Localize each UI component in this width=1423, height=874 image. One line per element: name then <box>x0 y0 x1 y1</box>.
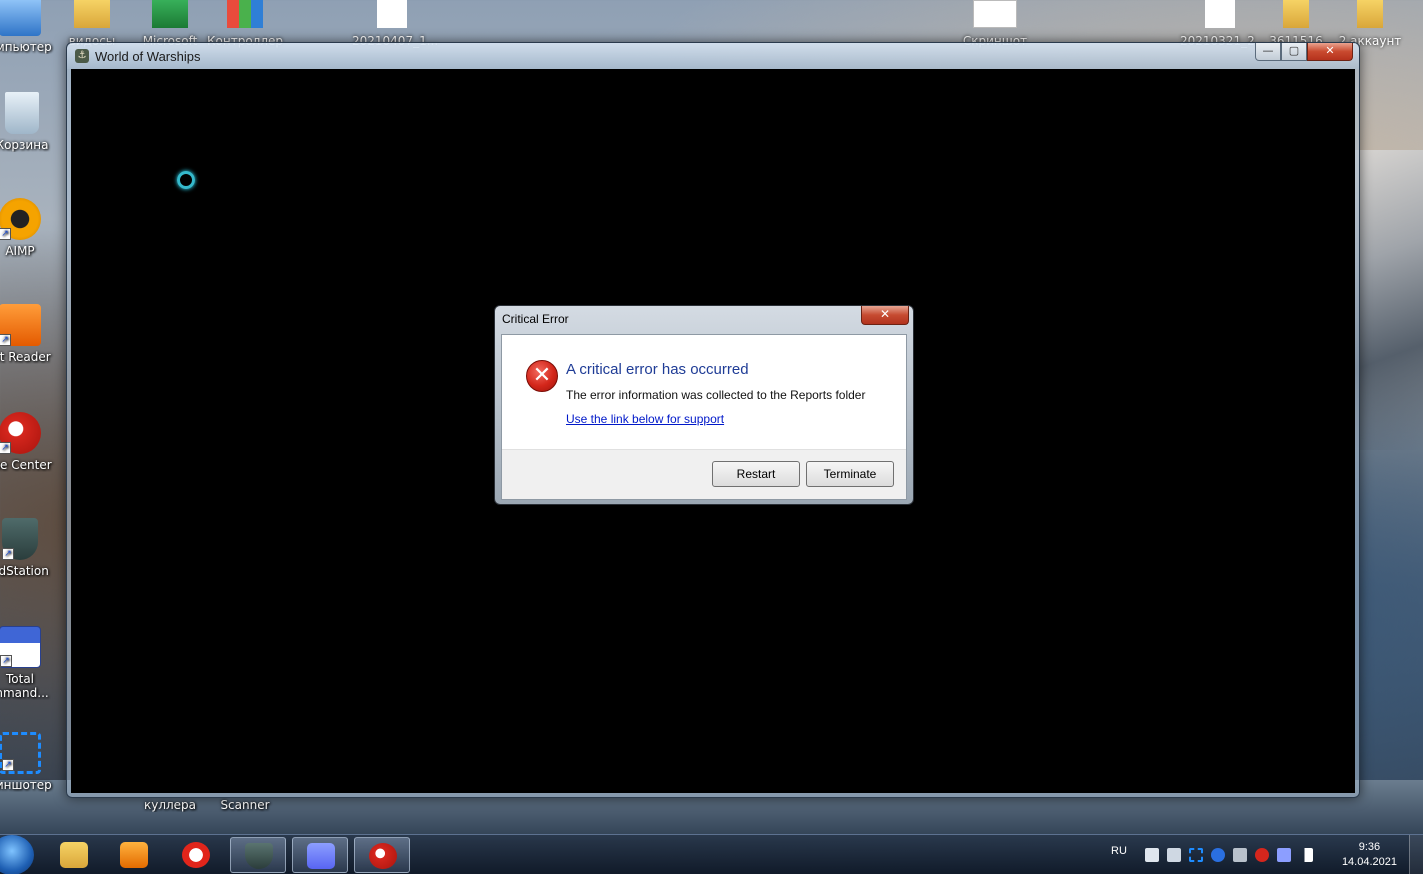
taskbar-yandex[interactable] <box>168 837 224 873</box>
loading-spinner-icon <box>177 171 195 189</box>
recycle-bin-icon <box>5 92 39 134</box>
desktop-icon-scanner[interactable]: Scanner <box>205 798 285 812</box>
screenshot-crop-icon: ↗ <box>0 732 41 774</box>
desktop-icon-3611516[interactable]: 3611516 <box>1256 0 1336 48</box>
pdf-icon: ↗ <box>0 304 41 346</box>
game-window-controls: — ▢ ✕ <box>1255 43 1353 61</box>
desktop-icon-label: mmand... <box>0 686 49 700</box>
desktop-icon-videos[interactable]: видосы <box>52 0 132 48</box>
desktop-icon-label: риншотер <box>0 778 52 792</box>
desktop-icon-game-center[interactable]: ↗ me Center <box>0 412 60 472</box>
desktop-icon-screenshot[interactable]: Скриншот <box>955 0 1035 48</box>
taskbar: RU 9:36 14.04.2021 <box>0 834 1423 874</box>
desktop-icon-label: odStation <box>0 564 49 578</box>
desktop-icon-label: me Center <box>0 458 52 472</box>
shortcut-arrow-icon: ↗ <box>2 548 14 560</box>
system-tray: RU 9:36 14.04.2021 <box>1103 835 1423 874</box>
folder-icon <box>74 0 110 28</box>
media-player-icon <box>120 842 148 868</box>
close-button[interactable]: ✕ <box>1307 43 1353 61</box>
shortcut-arrow-icon: ↗ <box>0 655 12 667</box>
computer-icon <box>0 0 41 36</box>
folder-icon <box>60 842 88 868</box>
warships-app-icon <box>245 843 273 869</box>
dialog-footer: Restart Terminate <box>502 449 906 499</box>
desktop-icon-coolers[interactable]: куллера <box>130 798 210 812</box>
bluetooth-icon[interactable] <box>1211 848 1225 862</box>
language-indicator[interactable]: RU <box>1111 845 1127 857</box>
clock[interactable]: 9:36 14.04.2021 <box>1342 840 1397 870</box>
discord-icon <box>307 843 335 869</box>
desktop-icon-recycle-bin[interactable]: Корзина <box>0 92 62 152</box>
wargaming-tray-icon[interactable] <box>1255 848 1269 862</box>
restart-button[interactable]: Restart <box>712 461 800 487</box>
desktop-icon-label: Scanner <box>220 798 270 812</box>
image-file-icon <box>973 0 1017 28</box>
taskbar-explorer[interactable] <box>46 837 102 873</box>
desktop-icon-file-20210407[interactable]: 20210407_1... <box>352 0 438 48</box>
clock-time: 9:36 <box>1358 841 1381 853</box>
volume-icon[interactable] <box>1167 848 1181 862</box>
wargaming-icon <box>369 843 397 869</box>
shield-icon: ↗ <box>2 518 38 560</box>
desktop-icon-foxit-reader[interactable]: ↗ xit Reader <box>0 304 60 364</box>
desktop-icon-aimp[interactable]: ↗ AIMP <box>0 198 60 258</box>
discord-tray-icon[interactable] <box>1277 848 1291 862</box>
taskbar-discord[interactable] <box>292 837 348 873</box>
desktop-icon-screenshoter[interactable]: ↗ риншотер <box>0 732 60 792</box>
desktop-icon-label: AIMP <box>5 244 35 258</box>
clock-date: 14.04.2021 <box>1341 856 1397 868</box>
error-heading: A critical error has occurred <box>566 361 749 378</box>
file-icon <box>377 0 407 28</box>
desktop-icon-label: Корзина <box>0 138 49 152</box>
fc-app-icon <box>227 0 263 28</box>
minimize-button[interactable]: — <box>1255 43 1281 61</box>
desktop-icon-computer[interactable]: омпьютер <box>0 0 60 54</box>
maximize-button[interactable]: ▢ <box>1281 43 1307 61</box>
taskbar-media-player[interactable] <box>106 837 162 873</box>
desktop-icon-label: омпьютер <box>0 40 52 54</box>
error-icon: ✕ <box>526 360 558 392</box>
game-window-titlebar[interactable]: ⚓ World of Warships <box>67 43 1359 69</box>
desktop-icon-label: xit Reader <box>0 350 51 364</box>
desktop-icon-label: Total <box>5 672 35 686</box>
shortcut-arrow-icon: ↗ <box>2 759 14 771</box>
shortcut-arrow-icon: ↗ <box>0 228 11 240</box>
dialog-close-button[interactable]: ✕ <box>861 306 909 325</box>
floppy-disk-icon: ↗ <box>0 626 41 668</box>
desktop-icon-total-commander[interactable]: ↗ Total mmand... <box>0 626 60 700</box>
terminate-button[interactable]: Terminate <box>806 461 894 487</box>
yandex-browser-icon <box>182 842 210 868</box>
desktop-icon-microsoft[interactable]: Microsoft <box>130 0 210 48</box>
warships-app-icon: ⚓ <box>75 49 89 63</box>
desktop-icon-label: куллера <box>143 798 197 812</box>
dialog-body: ✕ A critical error has occurred The erro… <box>501 334 907 500</box>
error-message: The error information was collected to t… <box>566 388 866 402</box>
shortcut-arrow-icon: ↗ <box>0 334 11 346</box>
taskbar-game-center[interactable] <box>354 837 410 873</box>
critical-error-dialog[interactable]: Critical Error ✕ ✕ A critical error has … <box>494 305 914 505</box>
keyboard-icon[interactable] <box>1233 848 1247 862</box>
desktop-icon-file-20210321[interactable]: 20210321_2... <box>1180 0 1266 48</box>
desktop-icon-modstation[interactable]: ↗ odStation <box>0 518 60 578</box>
desktop-icon-controller[interactable]: Контроллер <box>205 0 285 48</box>
network-signal-icon[interactable] <box>1299 848 1313 862</box>
taskbar-world-of-warships[interactable] <box>230 837 286 873</box>
screenshoter-tray-icon[interactable] <box>1189 848 1203 862</box>
folder-icon <box>1283 0 1309 28</box>
start-button[interactable] <box>0 835 34 874</box>
excel-icon <box>152 0 188 28</box>
support-link[interactable]: Use the link below for support <box>566 412 724 426</box>
aimp-icon: ↗ <box>0 198 41 240</box>
usb-device-icon[interactable] <box>1145 848 1159 862</box>
desktop-icon-2-account[interactable]: 2 аккаунт <box>1330 0 1410 48</box>
dialog-title: Critical Error <box>502 312 569 326</box>
folder-icon <box>1357 0 1383 28</box>
shortcut-arrow-icon: ↗ <box>0 442 11 454</box>
wargaming-icon: ↗ <box>0 412 41 454</box>
game-window-title: World of Warships <box>95 48 201 64</box>
file-icon <box>1205 0 1235 28</box>
show-desktop-button[interactable] <box>1409 835 1423 874</box>
